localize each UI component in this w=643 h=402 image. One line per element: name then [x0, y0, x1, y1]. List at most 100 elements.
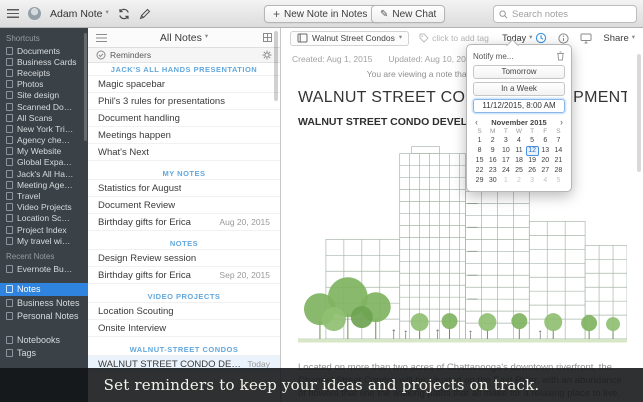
- calendar-day[interactable]: 13: [539, 146, 552, 156]
- prev-month-icon[interactable]: ‹: [473, 118, 480, 126]
- note-list-scrollbar[interactable]: [274, 31, 278, 101]
- calendar-day[interactable]: 4: [539, 176, 552, 186]
- sidebar-item-tags[interactable]: Tags: [0, 347, 88, 361]
- calendar-day[interactable]: 20: [539, 156, 552, 166]
- reminders-bar[interactable]: Reminders: [88, 48, 280, 63]
- sidebar-item-receipts[interactable]: Receipts: [0, 67, 88, 78]
- sidebar-item-project-index[interactable]: Project Index: [0, 224, 88, 235]
- sidebar-item-notebooks[interactable]: Notebooks: [0, 333, 88, 347]
- calendar-day[interactable]: 29: [473, 176, 486, 186]
- note-list-header[interactable]: All Notes ▾: [88, 28, 280, 48]
- new-note-button[interactable]: + New Note in Notes ▾: [264, 5, 384, 23]
- calendar-day[interactable]: 4: [512, 136, 525, 146]
- sidebar-item-business-notes[interactable]: Business Notes: [0, 296, 88, 310]
- note-list-item[interactable]: Statistics for August: [88, 180, 280, 197]
- clock-icon[interactable]: [535, 32, 547, 44]
- sidebar-item-video-projects[interactable]: Video Projects: [0, 202, 88, 213]
- calendar-day[interactable]: 12: [526, 146, 539, 156]
- calendar-day[interactable]: 11: [512, 146, 525, 156]
- sidebar-item-personal-notes[interactable]: Personal Notes: [0, 310, 88, 324]
- sidebar-item-notes[interactable]: Notes: [0, 283, 88, 297]
- note-list-item[interactable]: Location Scouting: [88, 303, 280, 320]
- sync-icon[interactable]: [118, 8, 130, 20]
- sidebar-item-evernote-bu[interactable]: Evernote Bu…: [0, 263, 88, 274]
- sidebar-item-all-scans[interactable]: All Scans: [0, 112, 88, 123]
- card-view-icon[interactable]: [263, 33, 272, 42]
- note-list-item[interactable]: What's Next: [88, 144, 280, 161]
- sidebar-item-documents[interactable]: Documents: [0, 45, 88, 56]
- gear-icon[interactable]: [262, 50, 272, 60]
- notebook-selector[interactable]: Walnut Street Condos ▾: [290, 31, 409, 46]
- sidebar-item-scanned-do[interactable]: Scanned Do…: [0, 101, 88, 112]
- calendar-day[interactable]: 10: [499, 146, 512, 156]
- sidebar-item-photos[interactable]: Photos: [0, 79, 88, 90]
- calendar-day[interactable]: 3: [499, 136, 512, 146]
- reminder-datetime-field[interactable]: 11/12/2015, 8:00 AM: [473, 99, 565, 113]
- note-list-item[interactable]: Document Review: [88, 197, 280, 214]
- next-month-icon[interactable]: ›: [558, 118, 565, 126]
- note-list-item[interactable]: Birthday gifts for EricaAug 20, 2015: [88, 214, 280, 231]
- note-list-item[interactable]: Onsite Interview: [88, 320, 280, 337]
- calendar-day[interactable]: 2: [512, 176, 525, 186]
- sidebar-item-agency-che[interactable]: Agency che…: [0, 135, 88, 146]
- sidebar-item-location-sc[interactable]: Location Sc…: [0, 213, 88, 224]
- info-icon[interactable]: [558, 33, 569, 44]
- calendar-day[interactable]: 30: [486, 176, 499, 186]
- calendar-day[interactable]: 5: [552, 176, 565, 186]
- calendar-day[interactable]: 25: [512, 166, 525, 176]
- notify-me-label[interactable]: Notify me...: [473, 52, 513, 61]
- calendar-day[interactable]: 16: [486, 156, 499, 166]
- note-title[interactable]: WALNUT STREET CONDO DEVELOPMENT: [298, 89, 627, 107]
- calendar-day[interactable]: 22: [473, 166, 486, 176]
- calendar-day[interactable]: 7: [552, 136, 565, 146]
- sidebar-item-business-cards[interactable]: Business Cards: [0, 56, 88, 67]
- calendar-day[interactable]: 2: [486, 136, 499, 146]
- tomorrow-button[interactable]: Tomorrow: [473, 65, 565, 79]
- sidebar-item-global-expa[interactable]: Global Expa…: [0, 157, 88, 168]
- calendar-day[interactable]: 19: [526, 156, 539, 166]
- calendar-day[interactable]: 9: [486, 146, 499, 156]
- search-input[interactable]: [512, 9, 631, 20]
- calendar-day[interactable]: 3: [526, 176, 539, 186]
- calendar-day[interactable]: 5: [526, 136, 539, 146]
- sidebar-toggle-icon[interactable]: [7, 9, 19, 18]
- calendar-day[interactable]: 14: [552, 146, 565, 156]
- calendar-day[interactable]: 28: [552, 166, 565, 176]
- sidebar-item-travel[interactable]: Travel: [0, 190, 88, 201]
- trash-icon[interactable]: [556, 51, 565, 61]
- calendar-day[interactable]: 18: [512, 156, 525, 166]
- sidebar-item-site-design[interactable]: Site design: [0, 90, 88, 101]
- in-a-week-button[interactable]: In a Week: [473, 82, 565, 96]
- sidebar-item-jack-s-all-ha[interactable]: Jack's All Ha…: [0, 168, 88, 179]
- share-button[interactable]: Share ▾: [603, 33, 635, 44]
- note-list-item[interactable]: Meetings happen: [88, 127, 280, 144]
- calendar-day[interactable]: 8: [473, 146, 486, 156]
- add-tag-field[interactable]: click to add tag: [419, 33, 489, 43]
- calendar-day[interactable]: 6: [539, 136, 552, 146]
- annotate-icon[interactable]: [139, 8, 151, 20]
- note-list-item[interactable]: Magic spacebar: [88, 76, 280, 93]
- new-chat-button[interactable]: ✎ New Chat: [371, 5, 445, 23]
- calendar-day[interactable]: 1: [499, 176, 512, 186]
- calendar-day[interactable]: 23: [486, 166, 499, 176]
- sidebar-item-my-website[interactable]: My Website: [0, 146, 88, 157]
- calendar-day[interactable]: 26: [526, 166, 539, 176]
- account-menu[interactable]: Adam Note ▾: [50, 8, 109, 20]
- note-list-item[interactable]: Phil's 3 rules for presentations: [88, 93, 280, 110]
- note-body-heading[interactable]: WALNUT STREET CONDO DEVELOPMENT: [298, 116, 627, 128]
- snippet-view-icon[interactable]: [96, 34, 107, 42]
- present-icon[interactable]: [580, 33, 592, 44]
- calendar-day[interactable]: 24: [499, 166, 512, 176]
- note-list-item[interactable]: Document handling: [88, 110, 280, 127]
- search-field[interactable]: [493, 5, 637, 23]
- note-pane-scrollbar[interactable]: [637, 54, 641, 172]
- sidebar-scrollbar[interactable]: [84, 33, 87, 141]
- calendar-day[interactable]: 1: [473, 136, 486, 146]
- sidebar-item-new-york-tri[interactable]: New York Tri…: [0, 123, 88, 134]
- note-list-item[interactable]: Birthday gifts for EricaSep 20, 2015: [88, 267, 280, 284]
- sidebar-item-my-travel-wi[interactable]: My travel wi…: [0, 235, 88, 246]
- account-avatar[interactable]: [28, 7, 41, 20]
- calendar-day[interactable]: 17: [499, 156, 512, 166]
- calendar-day[interactable]: 21: [552, 156, 565, 166]
- calendar-day[interactable]: 15: [473, 156, 486, 166]
